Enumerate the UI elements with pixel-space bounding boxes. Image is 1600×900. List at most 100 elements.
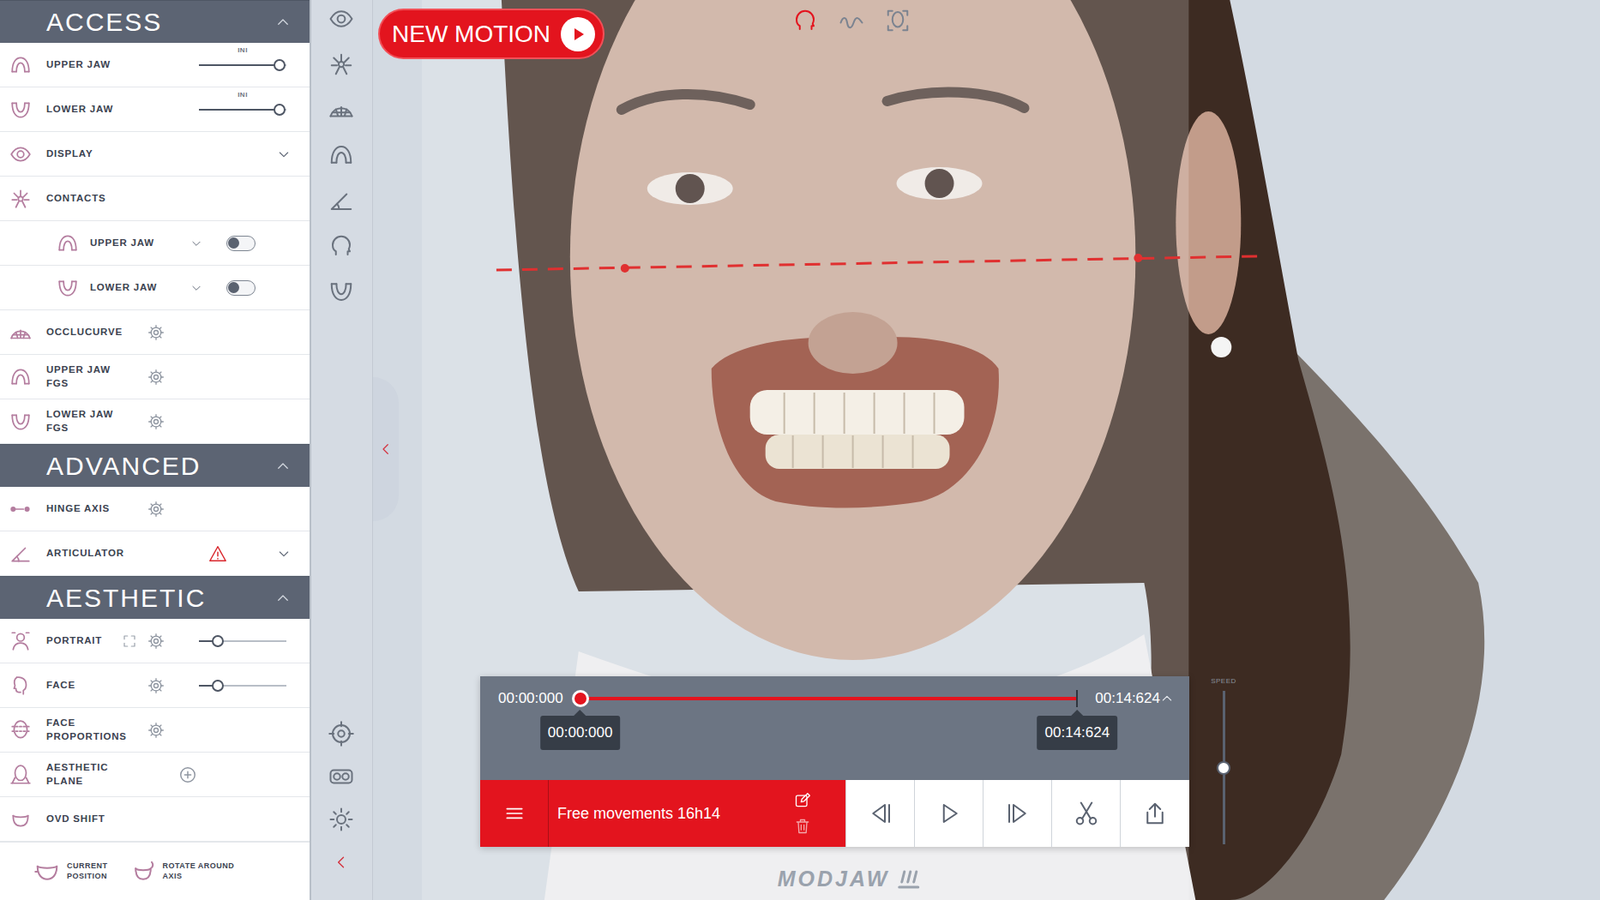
panel-row[interactable]: HINGE AXIS bbox=[0, 487, 310, 532]
slider-knob[interactable] bbox=[273, 103, 286, 116]
panel-row[interactable]: FACEPROPORTIONS bbox=[0, 708, 310, 753]
chevron-left-icon bbox=[332, 854, 350, 872]
row-icon-cell bbox=[0, 542, 42, 566]
panel-row[interactable]: UPPER JAW bbox=[0, 221, 310, 266]
playback-button[interactable] bbox=[845, 780, 915, 848]
section-header[interactable]: AESTHETIC bbox=[0, 576, 310, 620]
goggles-icon bbox=[328, 763, 355, 790]
row-icon-cell bbox=[0, 187, 42, 211]
panel-row[interactable]: OVD SHIFT bbox=[0, 797, 310, 843]
row-icon-cell bbox=[0, 98, 42, 121]
panel-row[interactable]: LOWER JAW bbox=[0, 265, 310, 311]
row-label: LOWER JAW bbox=[41, 102, 143, 117]
panel-row[interactable]: LOWER JAWFGS bbox=[0, 399, 310, 445]
row-controls bbox=[169, 628, 310, 655]
panel-row[interactable]: OCCLUCURVE bbox=[0, 310, 310, 355]
delete-button[interactable] bbox=[793, 818, 812, 836]
row-controls bbox=[169, 364, 310, 391]
timeline-panel: 00:00:000 00:00:000 00:14:624 00:14:624 … bbox=[480, 676, 1190, 848]
row-settings[interactable] bbox=[142, 500, 170, 518]
action-label: ROTATE AROUNDAXIS bbox=[162, 861, 235, 882]
playback-button[interactable] bbox=[1119, 780, 1189, 848]
panel-row[interactable]: ARTICULATOR bbox=[0, 531, 310, 577]
playhead[interactable] bbox=[571, 690, 590, 708]
row-settings[interactable] bbox=[142, 677, 170, 695]
jaw-action-button[interactable]: ROTATE AROUNDAXIS bbox=[130, 859, 235, 885]
speed-knob[interactable] bbox=[1216, 761, 1231, 776]
slider-knob[interactable] bbox=[211, 679, 224, 692]
tool-button[interactable] bbox=[311, 45, 372, 84]
panel-row[interactable]: UPPER JAW INI bbox=[0, 42, 310, 88]
slider[interactable]: INI bbox=[198, 58, 287, 73]
slider[interactable]: INI bbox=[198, 102, 287, 117]
panel-row[interactable]: UPPER JAWFGS bbox=[0, 354, 310, 400]
target-icon bbox=[328, 721, 355, 747]
viewport-3d[interactable]: NEW MOTION 00:00:000 00:00:000 00:14:624… bbox=[372, 0, 1600, 900]
row-settings[interactable] bbox=[142, 324, 170, 342]
jaw-action-button[interactable]: CURRENTPOSITION bbox=[34, 859, 109, 885]
timeline-scrubber: 00:00:000 00:00:000 00:14:624 00:14:624 bbox=[480, 676, 1190, 781]
slider-track bbox=[198, 64, 287, 67]
tool-button[interactable] bbox=[311, 227, 372, 265]
motion-name[interactable]: Free movements 16h14 bbox=[548, 780, 786, 848]
tool-button[interactable] bbox=[311, 136, 372, 175]
lower-icon bbox=[9, 410, 32, 434]
trash-icon bbox=[793, 818, 812, 836]
panel-row[interactable]: PORTRAIT bbox=[0, 619, 310, 664]
panel-row[interactable]: FACE bbox=[0, 663, 310, 709]
playback-button[interactable] bbox=[914, 780, 983, 848]
slider[interactable] bbox=[198, 634, 287, 649]
logo-mark-icon bbox=[896, 869, 922, 891]
section-header[interactable]: ADVANCED bbox=[0, 444, 310, 488]
row-expander[interactable] bbox=[186, 282, 227, 295]
speed-track bbox=[1222, 691, 1226, 845]
tool-button[interactable] bbox=[311, 757, 372, 796]
tool-button[interactable] bbox=[311, 800, 372, 839]
slider[interactable] bbox=[198, 679, 287, 693]
lower-icon bbox=[328, 278, 355, 305]
slider-track bbox=[198, 640, 287, 643]
rename-button[interactable] bbox=[793, 792, 812, 810]
view-mode-button[interactable] bbox=[789, 5, 821, 37]
play-icon bbox=[936, 800, 963, 827]
row-controls: INI bbox=[169, 96, 310, 123]
trim-marker[interactable] bbox=[1076, 690, 1078, 708]
timeline-track[interactable]: 00:00:000 00:14:624 bbox=[580, 697, 1078, 701]
row-settings[interactable] bbox=[142, 413, 170, 431]
tool-button[interactable] bbox=[311, 90, 372, 129]
tool-bar bbox=[311, 0, 373, 900]
row-label: CONTACTS bbox=[41, 192, 143, 206]
tool-button[interactable] bbox=[311, 272, 372, 311]
row-expander[interactable] bbox=[186, 237, 227, 250]
section-title: ADVANCED bbox=[46, 451, 276, 482]
motion-menu-button[interactable] bbox=[480, 780, 549, 848]
row-settings[interactable] bbox=[142, 632, 170, 650]
view-mode-button[interactable] bbox=[882, 5, 914, 37]
speed-slider[interactable]: SPEED bbox=[1206, 677, 1241, 845]
tool-button[interactable] bbox=[311, 715, 372, 753]
slider-knob[interactable] bbox=[211, 635, 224, 648]
panel-row[interactable]: DISPLAY bbox=[0, 132, 310, 177]
action-label: CURRENTPOSITION bbox=[66, 861, 109, 882]
section-header[interactable]: ACCESS bbox=[0, 0, 310, 43]
toggle-switch[interactable] bbox=[226, 235, 256, 252]
panel-collapse-tab[interactable] bbox=[372, 377, 399, 522]
contacts-icon bbox=[9, 187, 32, 211]
collapse-button[interactable] bbox=[311, 843, 372, 882]
new-motion-button[interactable]: NEW MOTION bbox=[378, 8, 605, 60]
timeline-collapse-button[interactable] bbox=[1160, 691, 1174, 706]
slider-knob[interactable] bbox=[273, 59, 286, 72]
row-label: OCCLUCURVE bbox=[41, 325, 143, 340]
panel-row[interactable]: AESTHETICPLANE bbox=[0, 752, 310, 798]
angle-icon bbox=[328, 187, 355, 214]
toggle-switch[interactable] bbox=[226, 280, 256, 296]
panel-row[interactable]: CONTACTS bbox=[0, 176, 310, 222]
playback-button[interactable] bbox=[1051, 780, 1120, 848]
row-settings[interactable] bbox=[142, 721, 170, 740]
tool-button[interactable] bbox=[311, 0, 372, 38]
panel-row[interactable]: LOWER JAW INI bbox=[0, 87, 310, 133]
playback-button[interactable] bbox=[982, 780, 1052, 848]
row-settings[interactable] bbox=[142, 368, 170, 386]
view-mode-button[interactable] bbox=[836, 5, 867, 37]
tool-button[interactable] bbox=[311, 181, 372, 220]
